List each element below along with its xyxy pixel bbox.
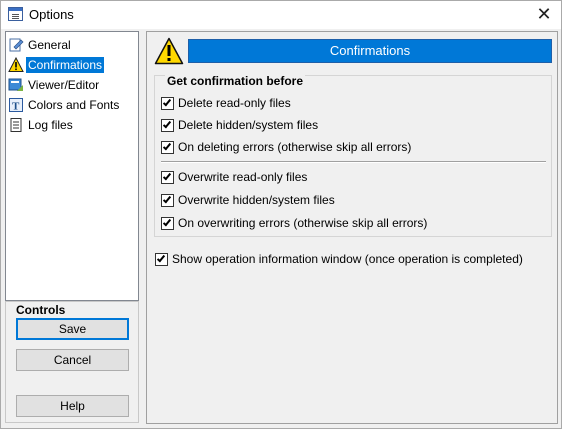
close-icon[interactable]: ✕ [527,1,561,29]
controls-group-title: Controls [16,303,66,317]
checkbox-box[interactable] [161,118,174,132]
tree-item-log-files[interactable]: Log files [8,116,136,134]
log-file-icon [8,117,24,133]
checkbox-box[interactable] [161,140,174,154]
checkbox-overwriting-errors[interactable]: On overwriting errors (otherwise skip al… [161,216,427,230]
checkbox-box[interactable] [161,170,174,184]
warning-icon [8,56,24,73]
checkbox-deleting-errors[interactable]: On deleting errors (otherwise skip all e… [161,140,411,154]
checkbox-show-operation-info[interactable]: Show operation information window (once … [155,252,523,266]
checkbox-box[interactable] [161,193,174,207]
tree-item-confirmations[interactable]: Confirmations [8,56,136,74]
general-page-icon [8,37,24,53]
window-title: Options [29,7,74,22]
group-title: Get confirmation before [165,74,306,88]
warning-icon [154,37,184,65]
options-window: Options ✕ General Confirmations Viewer/E… [0,0,562,429]
checkbox-overwrite-readonly[interactable]: Overwrite read-only files [161,170,307,184]
confirmations-panel: Confirmations Get confirmation before De… [146,31,558,424]
group-separator [161,161,546,163]
viewer-editor-icon [8,77,24,93]
checkbox-box[interactable] [161,216,174,230]
checkbox-box[interactable] [161,96,174,110]
help-button[interactable]: Help [16,395,129,417]
checkbox-box[interactable] [155,252,168,266]
options-tree: General Confirmations Viewer/Editor T Co… [5,31,139,301]
tree-item-colors-fonts[interactable]: T Colors and Fonts [8,96,136,114]
title-bar: Options ✕ [1,1,561,29]
tree-item-general[interactable]: General [8,36,136,54]
tree-item-viewer-editor[interactable]: Viewer/Editor [8,76,136,94]
page-header: Confirmations [188,39,552,63]
controls-group: Controls Save Cancel Help [5,301,139,423]
checkbox-delete-readonly[interactable]: Delete read-only files [161,96,291,110]
confirmation-group: Get confirmation before Delete read-only… [154,74,552,237]
fonts-icon: T [8,97,24,113]
svg-text:T: T [12,101,20,113]
window-app-icon [8,7,23,21]
checkbox-overwrite-hidden-system[interactable]: Overwrite hidden/system files [161,193,335,207]
cancel-button[interactable]: Cancel [16,349,129,371]
save-button[interactable]: Save [16,318,129,340]
checkbox-delete-hidden-system[interactable]: Delete hidden/system files [161,118,318,132]
